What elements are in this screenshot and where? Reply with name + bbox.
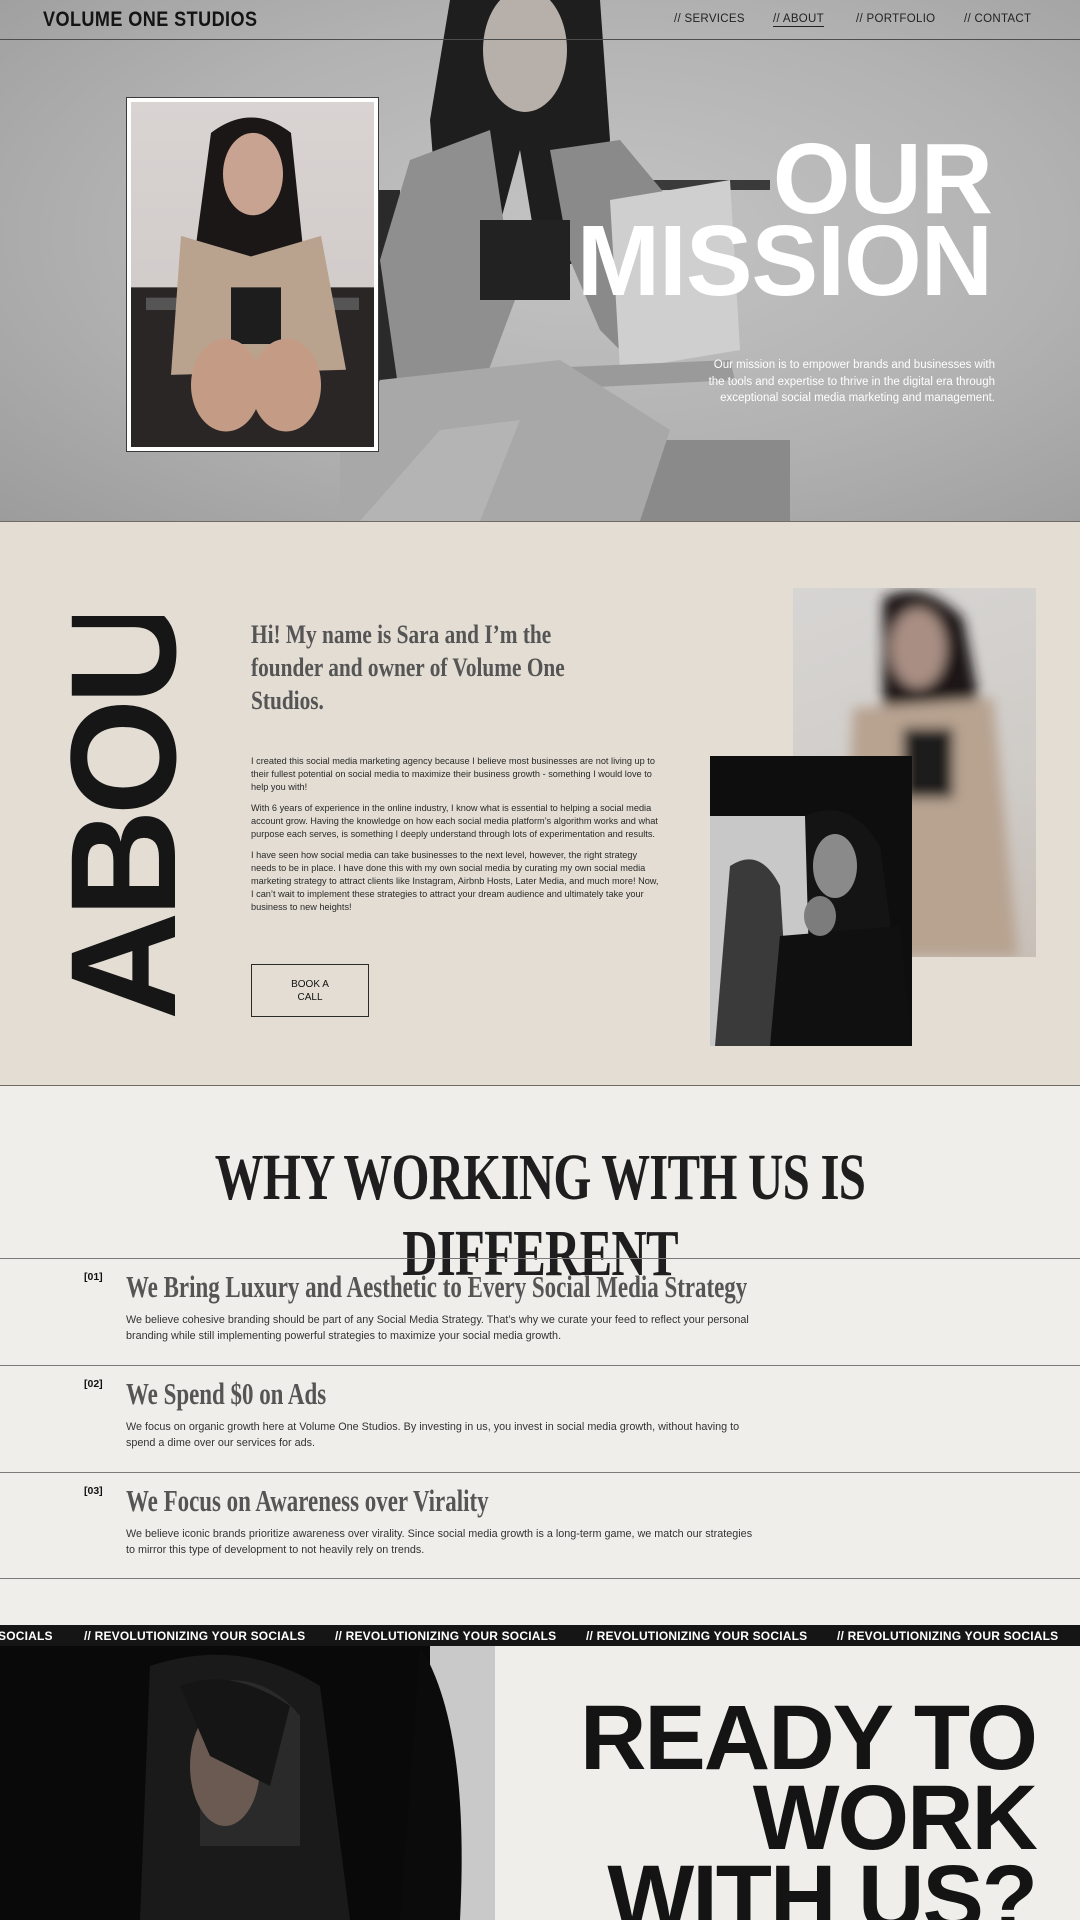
about-vertical-word: ABOUT bbox=[58, 616, 188, 1020]
cta-title-line2: WORK bbox=[752, 1767, 1038, 1869]
why-item-2: [02] We Spend $0 on Ads We focus on orga… bbox=[0, 1365, 1080, 1472]
why-item-number: [01] bbox=[84, 1271, 103, 1283]
about-heading: Hi! My name is Sara and I’m the founder … bbox=[251, 620, 565, 715]
about-photo-dark bbox=[710, 756, 912, 1046]
why-item-text: We believe iconic brands prioritize awar… bbox=[126, 1528, 753, 1556]
marquee-item: // REVOLUTIONIZING YOUR SOCIALS bbox=[837, 1629, 1059, 1643]
marquee-item: // REVOLUTIONIZING YOUR SOCIALS bbox=[586, 1629, 808, 1643]
book-a-call-button[interactable]: BOOK A CALL bbox=[251, 964, 369, 1017]
about-paragraph-2: With 6 years of experience in the online… bbox=[251, 803, 658, 839]
cta-portrait-photo bbox=[0, 1646, 495, 1920]
why-item-heading: We Spend $0 on Ads bbox=[126, 1376, 327, 1411]
about-body: I created this social media marketing ag… bbox=[251, 755, 663, 922]
why-item-heading: We Bring Luxury and Aesthetic to Every S… bbox=[126, 1269, 748, 1304]
hero-section: VOLUME ONE STUDIOS // SERVICES // ABOUT … bbox=[0, 0, 1080, 521]
nav-portfolio[interactable]: // PORTFOLIO bbox=[856, 13, 935, 25]
marquee-banner: SOCIALS // REVOLUTIONIZING YOUR SOCIALS … bbox=[0, 1625, 1080, 1646]
why-item-text: We focus on organic growth here at Volum… bbox=[126, 1421, 740, 1449]
hero-mission-text: Our mission is to empower brands and bus… bbox=[708, 359, 995, 404]
about-paragraph-1: I created this social media marketing ag… bbox=[251, 756, 655, 792]
why-item-number: [02] bbox=[84, 1378, 103, 1390]
hero-title-line2: MISSION bbox=[576, 205, 993, 317]
marquee-item: // REVOLUTIONIZING YOUR SOCIALS bbox=[335, 1629, 557, 1643]
marquee-item: SOCIALS bbox=[0, 1629, 53, 1643]
why-item-3: [03] We Focus on Awareness over Virality… bbox=[0, 1472, 1080, 1579]
hero-portrait-photo bbox=[126, 97, 379, 452]
nav-services[interactable]: // SERVICES bbox=[674, 13, 745, 25]
about-vertical-word-wrap: ABOUT bbox=[58, 616, 188, 1020]
hero-title: OUR MISSION bbox=[576, 129, 993, 317]
why-item-number: [03] bbox=[84, 1485, 103, 1497]
nav-contact[interactable]: // CONTACT bbox=[964, 13, 1031, 25]
top-nav: VOLUME ONE STUDIOS // SERVICES // ABOUT … bbox=[0, 0, 1080, 40]
why-item-heading: We Focus on Awareness over Virality bbox=[126, 1483, 489, 1518]
cta-title-line3: WITH US? bbox=[607, 1847, 1038, 1920]
why-item-text: We believe cohesive branding should be p… bbox=[126, 1314, 749, 1342]
about-paragraph-3: I have seen how social media can take bu… bbox=[251, 850, 659, 912]
nav-about[interactable]: // ABOUT bbox=[773, 13, 824, 27]
cta-title: READY TO WORK WITH US? bbox=[579, 1687, 1038, 1920]
marquee-item: // REVOLUTIONIZING YOUR SOCIALS bbox=[84, 1629, 306, 1643]
site-logo[interactable]: VOLUME ONE STUDIOS bbox=[43, 8, 257, 32]
cta-title-line1: READY TO bbox=[579, 1687, 1038, 1789]
why-item-1: [01] We Bring Luxury and Aesthetic to Ev… bbox=[0, 1258, 1080, 1365]
